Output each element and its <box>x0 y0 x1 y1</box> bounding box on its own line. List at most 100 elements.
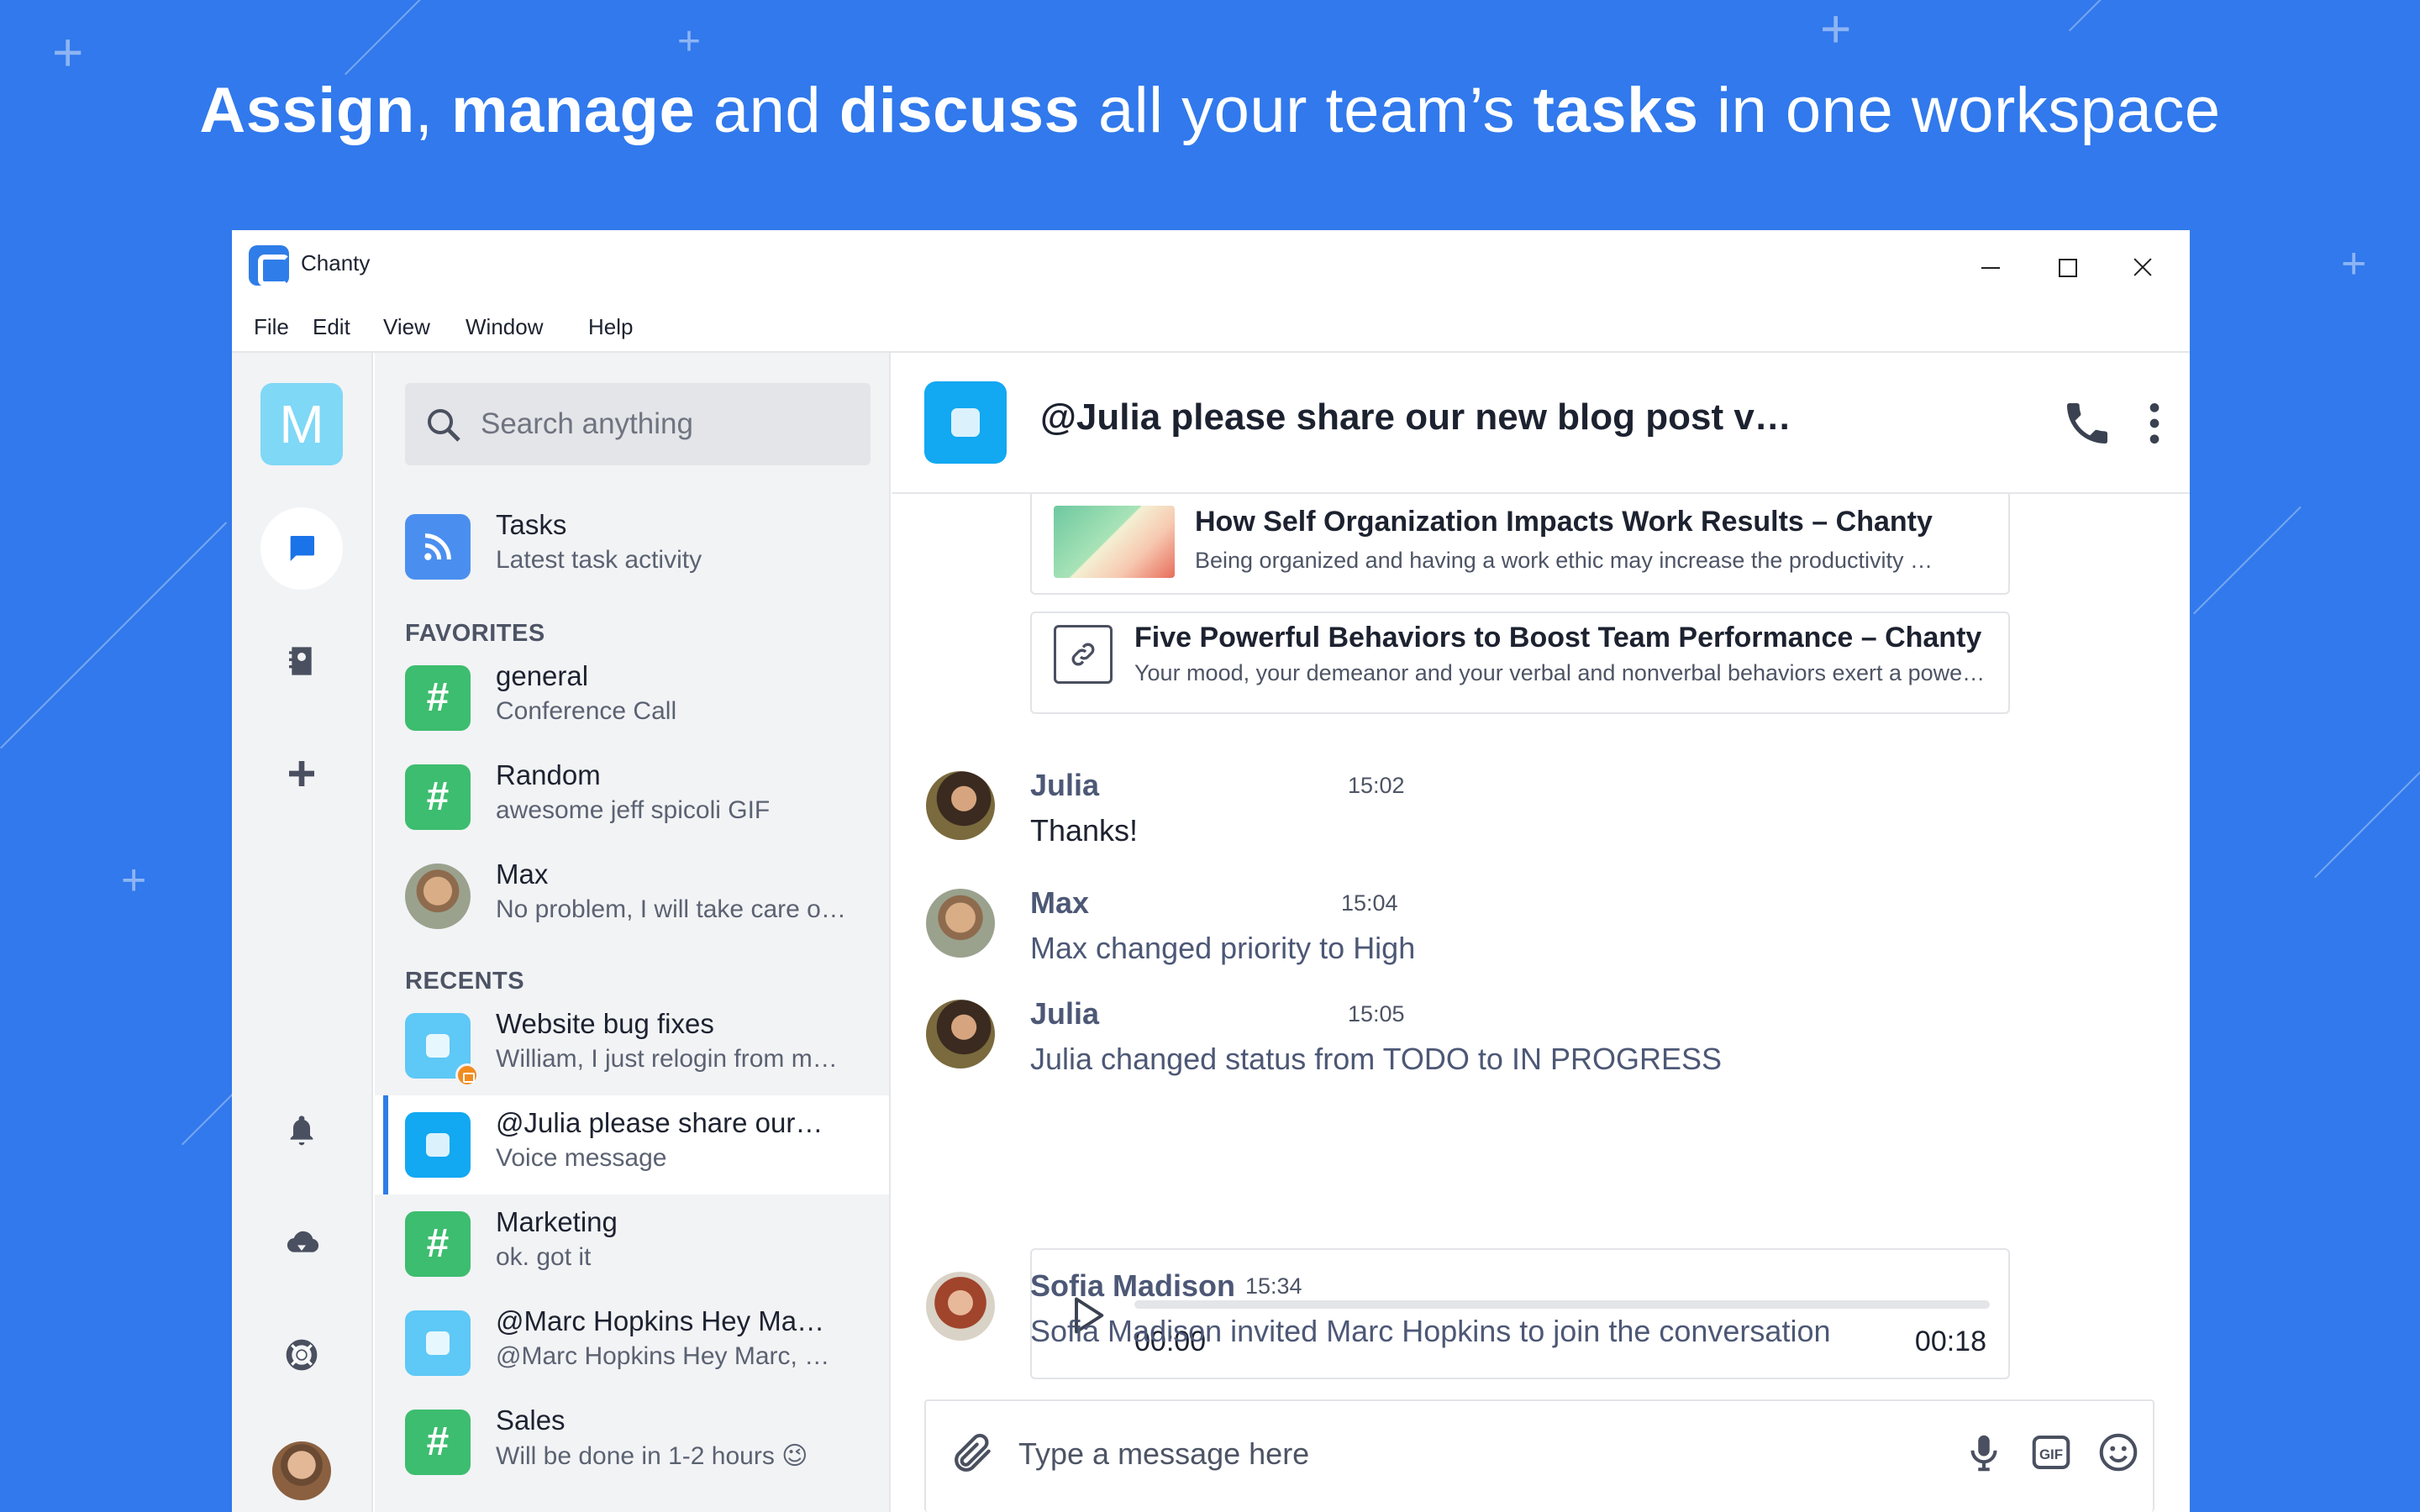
link-title[interactable]: Five Powerful Behaviors to Boost Team Pe… <box>1134 622 1981 654</box>
list-item[interactable]: # Sales Will be done in 1-2 hours 😉 <box>375 1393 889 1492</box>
channel-preview: @Marc Hopkins Hey Marc, … <box>496 1342 830 1370</box>
tasks-subtitle: Latest task activity <box>496 546 702 574</box>
voice-record-button[interactable] <box>1961 1430 2007 1475</box>
emoji-button[interactable] <box>2096 1430 2141 1475</box>
menu-help[interactable]: Help <box>583 311 638 344</box>
rss-icon <box>405 514 471 580</box>
add-button[interactable] <box>260 732 343 815</box>
line-decoration <box>2193 506 2302 615</box>
list-item[interactable]: # Random awesome jeff spicoli GIF <box>375 748 889 847</box>
message-text: Sofia Madison invited Marc Hopkins to jo… <box>1030 1314 1831 1348</box>
list-item[interactable]: Max No problem, I will take care o… <box>375 847 889 946</box>
conversation-list: Tasks Latest task activity FAVORITES # g… <box>375 353 891 1512</box>
message-text: Julia changed status from TODO to IN PRO… <box>1030 1042 1722 1076</box>
chat-icon <box>290 536 314 561</box>
voice-duration: 00:18 <box>1914 1326 1986 1357</box>
menu-window[interactable]: Window <box>460 311 548 344</box>
chat-header: @Julia please share our new blog post vi… <box>892 353 2190 494</box>
link-preview[interactable]: Five Powerful Behaviors to Boost Team Pe… <box>1030 612 2010 714</box>
message-author[interactable]: Sofia Madison <box>1030 1268 1235 1304</box>
attach-button[interactable] <box>950 1430 997 1477</box>
minimize-button[interactable] <box>1973 249 2010 286</box>
download-button[interactable] <box>260 1201 343 1284</box>
plus-decoration: + <box>2341 239 2367 288</box>
channel-preview: No problem, I will take care o… <box>496 895 846 923</box>
menu-edit[interactable]: Edit <box>308 311 355 344</box>
channel-preview: ok. got it <box>496 1243 592 1271</box>
message-author[interactable]: Julia <box>1030 996 1099 1032</box>
lifebuoy-icon <box>286 1339 318 1371</box>
gif-icon: GIF <box>2032 1435 2070 1470</box>
chat-button[interactable] <box>260 507 343 590</box>
call-button[interactable] <box>2060 396 2114 450</box>
line-decoration <box>182 1090 237 1146</box>
menu-file[interactable]: File <box>249 311 294 344</box>
hash-icon: # <box>405 764 471 830</box>
plus-decoration: + <box>52 22 84 82</box>
list-item[interactable]: # Marketing ok. got it <box>375 1194 889 1294</box>
title-bar: Chanty <box>232 230 2190 302</box>
search-box[interactable] <box>405 383 871 465</box>
search-input[interactable] <box>481 400 850 449</box>
link-description: Your mood, your demeanor and your verbal… <box>1134 660 1991 685</box>
message-input[interactable] <box>1018 1430 1926 1478</box>
voice-progress-track[interactable] <box>1134 1300 1990 1309</box>
tasks-item[interactable]: Tasks Latest task activity <box>375 497 889 596</box>
line-decoration <box>0 522 228 749</box>
channel-title: Max <box>496 858 549 890</box>
channel-preview: Voice message <box>496 1144 667 1172</box>
workspace-rail: M <box>232 353 373 1512</box>
avatar[interactable] <box>926 889 995 958</box>
message-time: 15:05 <box>1348 1001 1405 1026</box>
channel-preview: awesome jeff spicoli GIF <box>496 796 771 824</box>
avatar[interactable] <box>926 771 995 840</box>
bell-icon <box>290 1116 313 1146</box>
list-item[interactable]: @Marc Hopkins Hey Ma… @Marc Hopkins Hey … <box>375 1294 889 1393</box>
smiley-icon <box>2099 1433 2138 1472</box>
contacts-button[interactable] <box>260 620 343 702</box>
hash-icon: # <box>405 1410 471 1475</box>
message-author[interactable]: Max <box>1030 885 1089 921</box>
channel-preview: Conference Call <box>496 697 677 725</box>
paperclip-icon <box>955 1433 991 1472</box>
list-item[interactable]: Website bug fixes William, I just relogi… <box>375 996 889 1095</box>
avatar[interactable] <box>926 1272 995 1341</box>
gif-button[interactable]: GIF <box>2028 1430 2074 1475</box>
channel-title: general <box>496 660 589 691</box>
phone-icon <box>2067 403 2107 444</box>
channel-title: @Marc Hopkins Hey Ma… <box>496 1305 825 1336</box>
menu-view[interactable]: View <box>378 311 435 344</box>
channel-title: Sales <box>496 1404 566 1436</box>
maximize-button[interactable] <box>2049 249 2086 286</box>
app-window: Chanty File Edit View Window Help M Sear… <box>232 230 2190 1512</box>
channel-preview: William, I just relogin from m… <box>496 1045 838 1073</box>
plus-decoration: + <box>121 856 147 905</box>
headline: Assign, manage and discuss all your team… <box>199 75 2221 146</box>
hash-icon: # <box>405 665 471 731</box>
message-text: Thanks! <box>1030 813 1139 848</box>
channel-preview: Will be done in 1-2 hours 😉 <box>496 1442 808 1470</box>
chat-title[interactable]: @Julia please share our new blog post vi… <box>1040 396 1797 438</box>
message-time: 15:34 <box>1245 1273 1302 1299</box>
avatar[interactable] <box>926 1000 995 1068</box>
close-button[interactable] <box>2124 249 2161 286</box>
conversation-icon <box>924 381 1007 464</box>
message-time: 15:04 <box>1341 890 1398 916</box>
notifications-button[interactable] <box>260 1089 343 1171</box>
avatar <box>405 864 471 929</box>
list-item[interactable]: # general Conference Call <box>375 648 889 748</box>
link-title[interactable]: How Self Organization Impacts Work Resul… <box>1195 506 1933 538</box>
user-avatar[interactable] <box>272 1441 331 1500</box>
help-button[interactable] <box>260 1314 343 1396</box>
more-options-button[interactable] <box>2128 396 2181 450</box>
list-item-selected[interactable]: @Julia please share our… Voice message <box>375 1095 889 1194</box>
message-author[interactable]: Julia <box>1030 768 1099 803</box>
workspace-avatar[interactable]: M <box>260 383 343 465</box>
link-preview[interactable]: How Self Organization Impacts Work Resul… <box>1030 494 2010 595</box>
tasks-title: Tasks <box>496 509 567 540</box>
conversation-icon <box>405 1112 471 1178</box>
channel-title: @Julia please share our… <box>496 1107 823 1138</box>
line-decoration <box>345 0 424 76</box>
plus-decoration: + <box>677 19 702 64</box>
message-text: Max changed priority to High <box>1030 931 1416 965</box>
